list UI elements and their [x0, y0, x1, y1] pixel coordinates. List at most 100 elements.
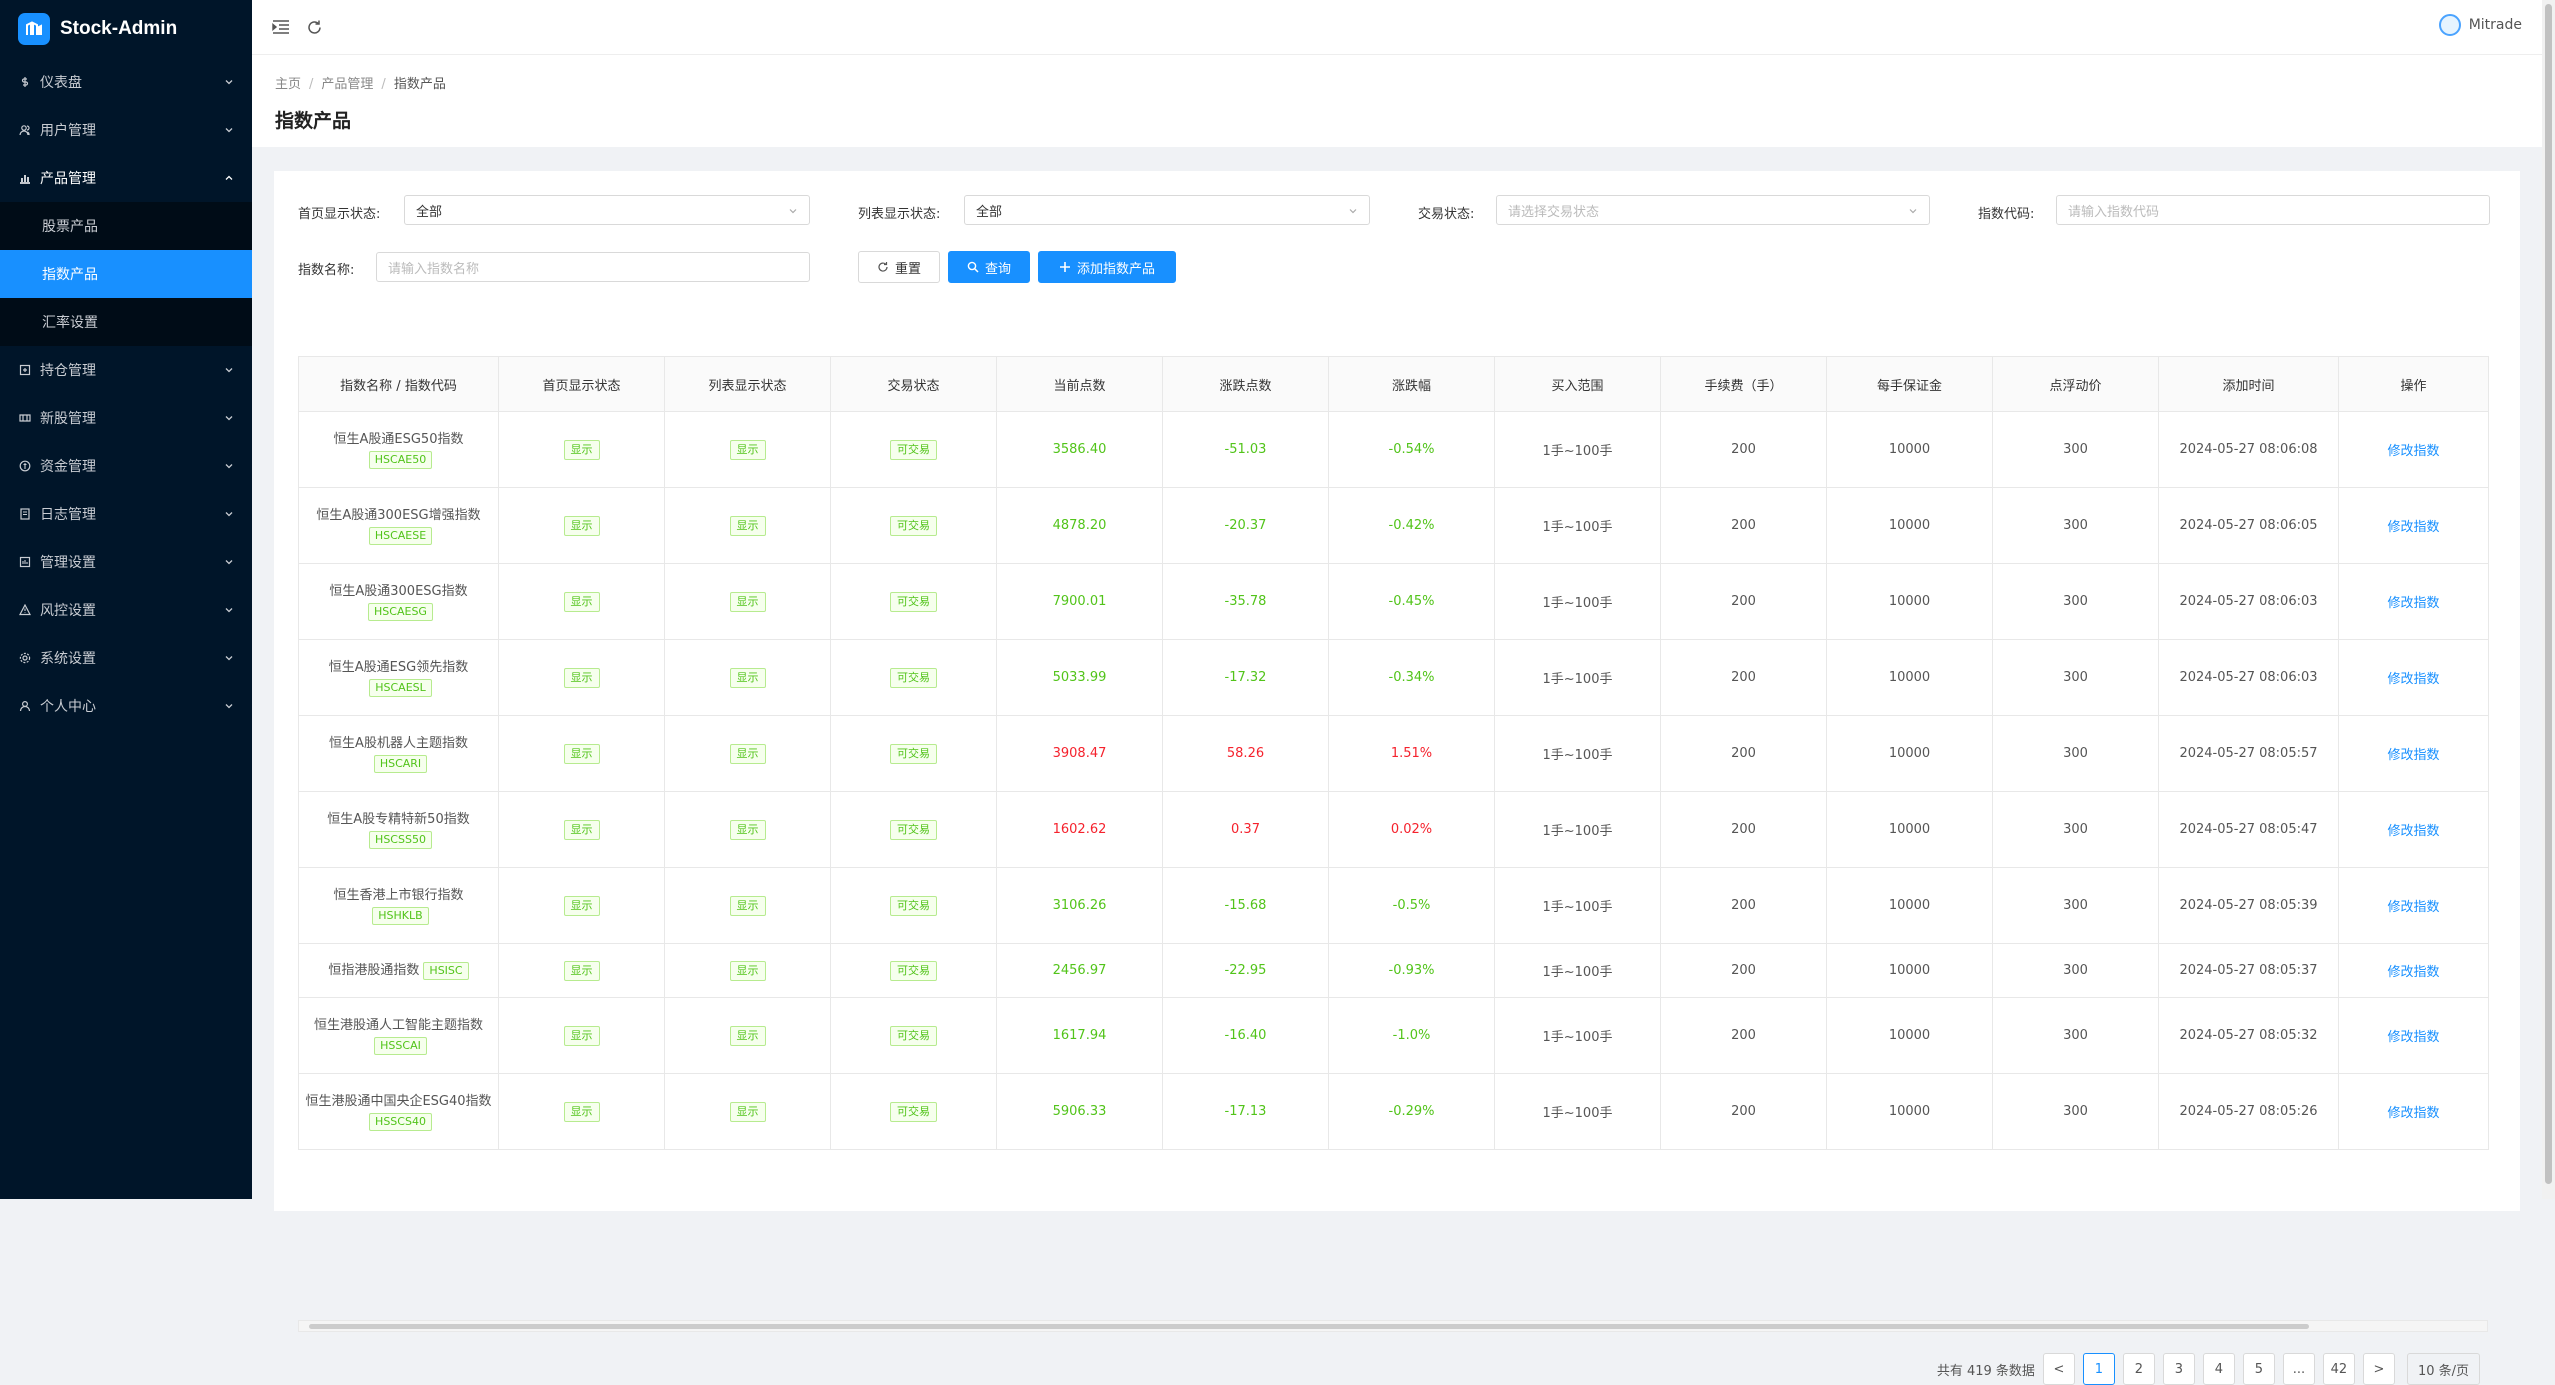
- trade-status-select[interactable]: 请选择交易状态: [1496, 195, 1930, 225]
- home-display-cell: 显示: [498, 563, 665, 640]
- page-button[interactable]: 2: [2122, 1353, 2155, 1385]
- table-row: 恒生A股机器人主题指数 HSCARI 显示 显示 可交易 3908.47 58.26 1.51…: [298, 715, 2489, 792]
- chevron-down-icon: [224, 459, 234, 475]
- sidebar-item-ipo[interactable]: 新股管理: [0, 394, 252, 442]
- table-row: 恒生A股通ESG50指数 HSCAE50 显示 显示 可交易 3586.40 -51.03-…: [298, 411, 2489, 488]
- index-name: 恒生A股机器人主题指数: [329, 735, 468, 751]
- list-display-cell: 显示: [664, 1073, 831, 1150]
- col-header-margin: 每手保证金: [1826, 356, 1993, 412]
- sidebar-item-label: 资金管理: [40, 459, 96, 475]
- home-display-cell: 显示: [498, 411, 665, 488]
- breadcrumb-parent[interactable]: 产品管理: [321, 77, 373, 92]
- home-display-cell: 显示: [498, 639, 665, 716]
- edit-index-link[interactable]: 修改指数: [2387, 1106, 2439, 1121]
- home-display-cell: 显示: [498, 997, 665, 1074]
- app-title: Stock-Admin: [60, 18, 178, 39]
- search-button[interactable]: 查询: [948, 251, 1030, 283]
- page-size-select[interactable]: 10 条/页: [2406, 1353, 2480, 1385]
- add-time-cell: 2024-05-27 08:05:39: [2158, 867, 2339, 944]
- index-code-input[interactable]: 请输入指数代码: [2056, 195, 2490, 225]
- sidebar-item-logs[interactable]: 日志管理: [0, 490, 252, 538]
- table-row: 恒生A股通300ESG指数 HSCAESG 显示 显示 可交易 7900.01 -35.78…: [298, 563, 2489, 640]
- action-cell: 修改指数: [2338, 1073, 2489, 1150]
- sidebar-item-system-settings[interactable]: 系统设置: [0, 634, 252, 682]
- breadcrumb: 主页 / 产品管理 / 指数产品: [275, 77, 446, 92]
- change-pct-cell: -0.54%: [1328, 411, 1495, 488]
- sidebar-item-label: 持仓管理: [40, 363, 96, 379]
- list-display-tag: 显示: [729, 1025, 766, 1046]
- index-code-tag: HSSCAI: [374, 1036, 427, 1055]
- user-name: Mitrade: [2468, 17, 2522, 33]
- list-display-tag: 显示: [729, 515, 766, 536]
- add-index-button[interactable]: 添加指数产品: [1038, 251, 1176, 283]
- trade-status-cell: 可交易: [830, 997, 997, 1074]
- current-points-cell: 5033.99: [996, 639, 1163, 716]
- vertical-scrollbar[interactable]: [2542, 0, 2555, 1199]
- sidebar-item-positions[interactable]: 持仓管理: [0, 346, 252, 394]
- trade-status-tag: 可交易: [890, 515, 937, 536]
- chevron-down-icon: [1348, 205, 1358, 220]
- edit-index-link[interactable]: 修改指数: [2387, 965, 2439, 980]
- sidebar-item-users[interactable]: 用户管理: [0, 106, 252, 154]
- user-menu[interactable]: Mitrade: [2438, 14, 2522, 36]
- col-header-float-price: 点浮动价: [1992, 356, 2159, 412]
- list-display-select[interactable]: 全部: [964, 195, 1370, 225]
- sidebar-item-index-products[interactable]: 指数产品: [0, 250, 252, 298]
- sidebar-item-profile[interactable]: 个人中心: [0, 682, 252, 730]
- chevron-down-icon: [224, 123, 234, 139]
- float-price-cell: 300: [1992, 943, 2159, 998]
- current-points-cell: 4878.20: [996, 487, 1163, 564]
- index-code-tag: HSCAESL: [369, 678, 432, 697]
- edit-index-link[interactable]: 修改指数: [2387, 748, 2439, 763]
- buy-range-cell: 1手~100手: [1494, 997, 1661, 1074]
- table-header-row: 指数名称 / 指数代码 首页显示状态 列表显示状态 交易状态 当前点数 涨跌点数…: [298, 356, 2489, 412]
- breadcrumb-home[interactable]: 主页: [275, 77, 301, 92]
- list-display-cell: 显示: [664, 943, 831, 998]
- change-points-cell: 0.37: [1162, 791, 1329, 868]
- home-display-select[interactable]: 全部: [404, 195, 810, 225]
- edit-index-link[interactable]: 修改指数: [2387, 672, 2439, 687]
- add-time-cell: 2024-05-27 08:06:05: [2158, 487, 2339, 564]
- refresh-icon[interactable]: [306, 19, 323, 36]
- sidebar-item-dashboard[interactable]: 仪表盘: [0, 58, 252, 106]
- dollar-icon: [18, 75, 32, 89]
- prev-page-button[interactable]: <: [2042, 1353, 2075, 1385]
- menu-fold-icon[interactable]: [272, 19, 290, 35]
- sidebar-item-exchange-rate[interactable]: 汇率设置: [0, 298, 252, 346]
- sidebar-item-products[interactable]: 产品管理: [0, 154, 252, 202]
- margin-cell: 10000: [1826, 411, 1993, 488]
- edit-index-link[interactable]: 修改指数: [2387, 1030, 2439, 1045]
- app-logo[interactable]: Stock-Admin: [0, 0, 252, 58]
- edit-index-link[interactable]: 修改指数: [2387, 596, 2439, 611]
- table-row: 恒生A股通ESG领先指数 HSCAESL 显示 显示 可交易 5033.99 -17.32-…: [298, 639, 2489, 716]
- page-button[interactable]: 1: [2082, 1353, 2115, 1385]
- edit-index-link[interactable]: 修改指数: [2387, 444, 2439, 459]
- next-page-button[interactable]: >: [2362, 1353, 2395, 1385]
- sidebar-item-label: 产品管理: [40, 171, 96, 187]
- margin-cell: 10000: [1826, 867, 1993, 944]
- edit-index-link[interactable]: 修改指数: [2387, 900, 2439, 915]
- reset-button[interactable]: 重置: [858, 251, 940, 283]
- list-display-tag: 显示: [729, 819, 766, 840]
- trade-status-label: 交易状态:: [1418, 207, 1475, 222]
- sidebar-item-stock-products[interactable]: 股票产品: [0, 202, 252, 250]
- sidebar-item-admin-settings[interactable]: 管理设置: [0, 538, 252, 586]
- sidebar-item-funds[interactable]: 资金管理: [0, 442, 252, 490]
- page-button[interactable]: 3: [2162, 1353, 2195, 1385]
- list-display-cell: 显示: [664, 563, 831, 640]
- index-name-input[interactable]: 请输入指数名称: [376, 252, 810, 282]
- sidebar-item-label: 系统设置: [40, 651, 96, 667]
- page-button[interactable]: 42: [2322, 1353, 2355, 1385]
- page-button[interactable]: ...: [2282, 1353, 2315, 1385]
- horizontal-scrollbar[interactable]: [298, 1320, 2488, 1332]
- page-button[interactable]: 4: [2202, 1353, 2235, 1385]
- edit-index-link[interactable]: 修改指数: [2387, 824, 2439, 839]
- sidebar-item-risk-settings[interactable]: 风控设置: [0, 586, 252, 634]
- trade-status-tag: 可交易: [890, 439, 937, 460]
- edit-index-link[interactable]: 修改指数: [2387, 520, 2439, 535]
- index-name: 恒生A股通ESG50指数: [333, 431, 464, 447]
- page-button[interactable]: 5: [2242, 1353, 2275, 1385]
- table-row: 恒指港股通指数 HSISC 显示 显示 可交易 2456.97 -22.95 -0.93% 1手…: [298, 943, 2489, 998]
- index-code-tag: HSCAE50: [368, 450, 433, 469]
- change-pct-cell: 0.02%: [1328, 791, 1495, 868]
